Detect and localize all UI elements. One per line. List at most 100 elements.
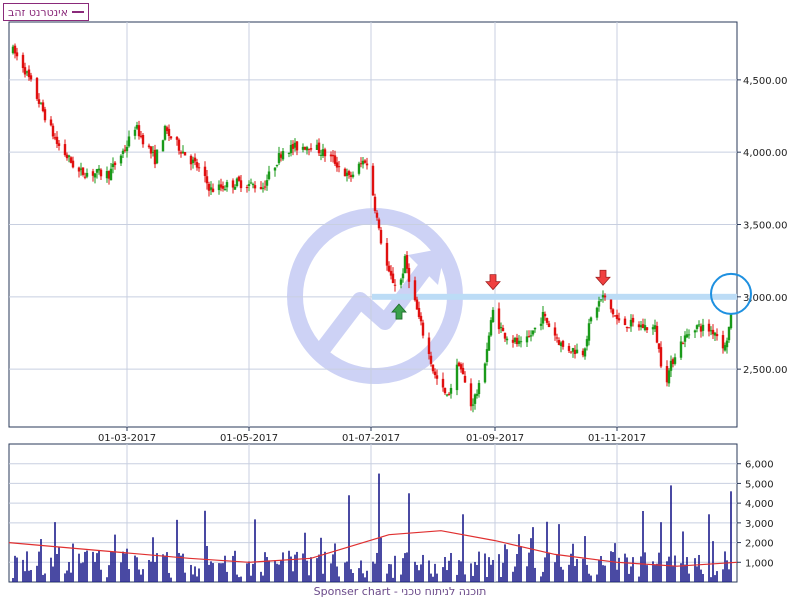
candle-body xyxy=(727,326,731,341)
volume-tick-label: 2,000 xyxy=(745,539,774,550)
candle-body xyxy=(81,167,85,175)
candle-body xyxy=(405,255,409,269)
candle-body xyxy=(503,332,507,339)
candle-body xyxy=(357,163,361,174)
candle-body xyxy=(155,149,159,164)
candle-body xyxy=(471,404,475,406)
legend: אינטרנט זהב xyxy=(3,3,89,21)
candle-body xyxy=(525,336,529,343)
volume-tick-label: 3,000 xyxy=(745,519,774,530)
candle-body xyxy=(543,313,547,317)
candle-body xyxy=(385,242,389,266)
resistance-band xyxy=(372,293,737,300)
candle-body xyxy=(449,387,453,394)
candle-body xyxy=(497,308,501,330)
time-tick-label: 01-03-2017 xyxy=(98,433,156,444)
candle-body xyxy=(693,330,697,333)
candle-body xyxy=(505,338,509,341)
candle-body xyxy=(463,375,467,383)
volume-tick-label: 6,000 xyxy=(745,460,774,471)
candle-body xyxy=(305,147,309,151)
candle-body xyxy=(71,160,75,168)
candle-body xyxy=(99,169,103,177)
candle-body xyxy=(539,323,543,326)
candle-body xyxy=(323,149,327,157)
candle-body xyxy=(317,142,321,154)
candle-body xyxy=(261,187,265,189)
candle-body xyxy=(161,140,165,152)
candle-body xyxy=(583,348,587,357)
candle-body xyxy=(655,325,659,343)
candle-body xyxy=(695,325,699,329)
candle-body xyxy=(431,364,435,372)
candle-body xyxy=(529,335,533,337)
candle-body xyxy=(203,166,207,176)
candle-body xyxy=(247,184,251,187)
candle-body xyxy=(461,367,465,375)
candle-body xyxy=(43,109,47,121)
candle-body xyxy=(231,180,235,188)
candle-body xyxy=(531,330,535,335)
candle-body xyxy=(469,383,473,407)
candle-body xyxy=(477,383,481,395)
candle-body xyxy=(193,157,197,162)
candle-body xyxy=(489,320,493,336)
candle-body xyxy=(419,315,423,322)
candle-body xyxy=(725,340,729,348)
candle-body xyxy=(137,125,141,137)
candle-body xyxy=(141,134,145,145)
candle-body xyxy=(127,136,131,147)
candle-body xyxy=(35,77,39,99)
candle-body xyxy=(287,152,291,154)
candle-body xyxy=(265,180,269,186)
candle-body xyxy=(399,279,403,285)
candle-body xyxy=(729,313,733,329)
candle-body xyxy=(393,284,397,286)
candle-body xyxy=(435,375,439,379)
price-tick-label: 3,500.00 xyxy=(743,221,788,232)
candle-body xyxy=(109,168,113,181)
candle-body xyxy=(553,327,557,336)
candle-body xyxy=(673,357,677,364)
candle-body xyxy=(597,301,601,307)
time-tick-label: 01-05-2017 xyxy=(220,433,278,444)
candle-body xyxy=(623,318,627,325)
candle-body xyxy=(487,335,491,351)
candle-body xyxy=(417,307,421,317)
candle-body xyxy=(627,327,631,329)
candle-body xyxy=(455,364,459,391)
candle-body xyxy=(701,324,705,331)
candle-body xyxy=(83,176,87,178)
candle-body xyxy=(485,349,489,363)
candle-body xyxy=(499,326,503,328)
candle-body xyxy=(365,163,369,166)
candle-body xyxy=(611,309,615,315)
candle-body xyxy=(23,67,27,75)
price-tick-label: 4,500.00 xyxy=(743,76,788,87)
candle-body xyxy=(715,334,719,337)
time-tick-label: 01-09-2017 xyxy=(466,433,524,444)
volume-tick-label: 1,000 xyxy=(745,558,774,569)
candle-body xyxy=(85,172,89,177)
candle-body xyxy=(239,180,243,189)
price-tick-label: 4,000.00 xyxy=(743,148,788,159)
candle-body xyxy=(49,119,53,126)
candle-body xyxy=(29,75,33,80)
candle-body xyxy=(55,136,59,144)
candle-body xyxy=(347,171,351,176)
candle-body xyxy=(567,345,571,351)
volume-tick-label: 5,000 xyxy=(745,479,774,490)
candle-body xyxy=(589,317,593,322)
candle-body xyxy=(421,322,425,336)
candle-body xyxy=(483,363,487,383)
candle-body xyxy=(267,171,271,180)
candle-body xyxy=(377,219,381,229)
candle-body xyxy=(225,182,229,188)
candle-body xyxy=(631,317,635,323)
candle-body xyxy=(237,176,241,181)
candle-body xyxy=(517,340,521,344)
legend-swatch xyxy=(71,11,84,13)
candle-body xyxy=(475,393,479,396)
candle-body xyxy=(379,229,383,244)
candle-body xyxy=(427,337,431,354)
